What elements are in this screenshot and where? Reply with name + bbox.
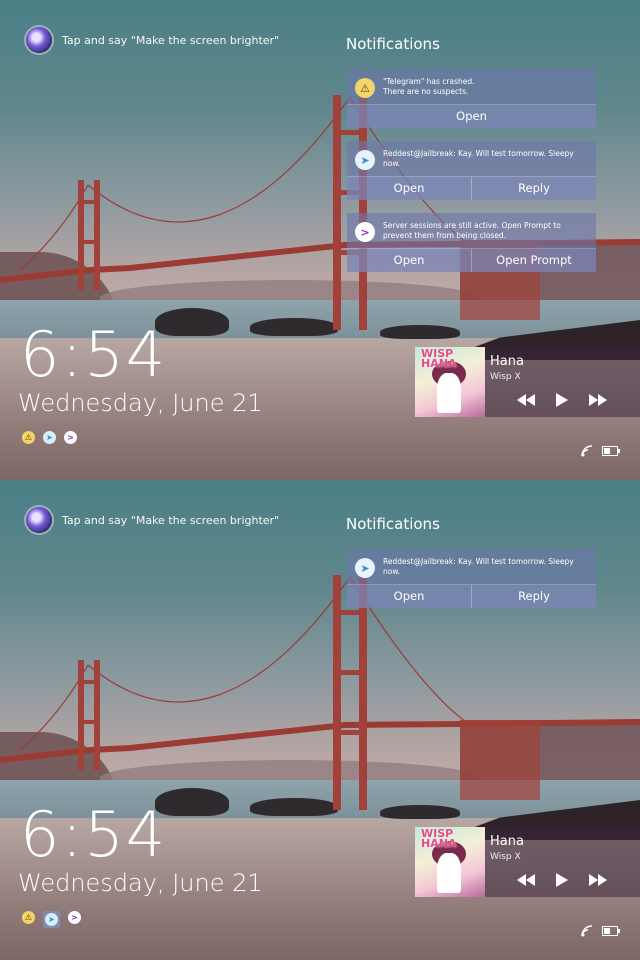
next-icon[interactable] bbox=[587, 872, 609, 888]
prompt-icon: > bbox=[355, 222, 375, 242]
clock-time: 6:54 bbox=[20, 318, 168, 391]
album-art: WISP HANA bbox=[415, 347, 485, 417]
notification-icons: ⚠ ➤ > bbox=[22, 431, 77, 444]
album-art-text: WISP HANA bbox=[421, 347, 457, 370]
system-status bbox=[580, 444, 620, 458]
prompt-icon[interactable]: > bbox=[68, 911, 81, 924]
previous-icon[interactable] bbox=[515, 872, 537, 888]
previous-icon[interactable] bbox=[515, 392, 537, 408]
open-prompt-button[interactable]: Open Prompt bbox=[471, 249, 596, 272]
notification-text: "Telegram" has crashed. There are no sus… bbox=[383, 77, 475, 96]
siri-icon[interactable] bbox=[26, 27, 52, 53]
telegram-icon: ➤ bbox=[355, 150, 375, 170]
media-player[interactable]: WISP HANA Hana Wisp X bbox=[415, 827, 640, 897]
siri-hint-text: Tap and say "Make the screen brighter" bbox=[62, 33, 280, 47]
play-icon[interactable] bbox=[551, 392, 573, 408]
clock-date: Wednesday, June 21 bbox=[18, 869, 263, 897]
album-art-text: WISP HANA bbox=[421, 827, 457, 850]
wifi-icon bbox=[581, 925, 593, 937]
media-player[interactable]: WISP HANA Hana Wisp X bbox=[415, 347, 640, 417]
telegram-icon[interactable]: ➤ bbox=[43, 431, 56, 444]
siri-icon[interactable] bbox=[26, 507, 52, 533]
siri-hint[interactable]: Tap and say "Make the screen brighter" bbox=[26, 507, 279, 533]
artist-name: Wisp X bbox=[490, 852, 521, 862]
warning-icon[interactable]: ⚠ bbox=[22, 911, 35, 924]
notifications-title: Notifications bbox=[346, 515, 440, 533]
clock-time: 6:54 bbox=[20, 798, 168, 871]
siri-hint-text: Tap and say "Make the screen brighter" bbox=[62, 513, 280, 527]
clock-date: Wednesday, June 21 bbox=[18, 389, 263, 417]
reply-button[interactable]: Reply bbox=[471, 585, 596, 608]
lock-screen-1: Tap and say "Make the screen brighter" N… bbox=[0, 0, 640, 480]
prompt-icon[interactable]: > bbox=[64, 431, 77, 444]
lock-screen-2: Tap and say "Make the screen brighter" N… bbox=[0, 480, 640, 960]
telegram-icon: ➤ bbox=[355, 558, 375, 578]
wifi-icon bbox=[581, 445, 593, 457]
warning-icon: ⚠ bbox=[355, 78, 375, 98]
notification-card[interactable]: ⚠ "Telegram" has crashed. There are no s… bbox=[347, 69, 596, 128]
notifications-title: Notifications bbox=[346, 35, 440, 53]
open-button[interactable]: Open bbox=[347, 177, 471, 200]
reply-button[interactable]: Reply bbox=[471, 177, 596, 200]
artist-name: Wisp X bbox=[490, 372, 521, 382]
open-button[interactable]: Open bbox=[347, 105, 596, 128]
telegram-icon[interactable]: ➤ bbox=[45, 913, 58, 926]
notification-text: Server sessions are still active. Open P… bbox=[383, 221, 561, 240]
notification-text: Reddest@Jailbreak: Kay. Will test tomorr… bbox=[383, 557, 574, 576]
battery-icon bbox=[602, 446, 620, 456]
notification-text: Reddest@Jailbreak: Kay. Will test tomorr… bbox=[383, 149, 574, 168]
play-icon[interactable] bbox=[551, 872, 573, 888]
notification-card[interactable]: > Server sessions are still active. Open… bbox=[347, 213, 596, 272]
next-icon[interactable] bbox=[587, 392, 609, 408]
selected-indicator: ➤ bbox=[43, 911, 60, 928]
battery-icon bbox=[602, 926, 620, 936]
notification-card[interactable]: ➤ Reddest@Jailbreak: Kay. Will test tomo… bbox=[347, 141, 596, 200]
album-art: WISP HANA bbox=[415, 827, 485, 897]
song-title: Hana bbox=[490, 834, 524, 849]
siri-hint[interactable]: Tap and say "Make the screen brighter" bbox=[26, 27, 279, 53]
open-button[interactable]: Open bbox=[347, 585, 471, 608]
song-title: Hana bbox=[490, 354, 524, 369]
open-button[interactable]: Open bbox=[347, 249, 471, 272]
system-status bbox=[580, 924, 620, 938]
notification-card[interactable]: ➤ Reddest@Jailbreak: Kay. Will test tomo… bbox=[347, 549, 596, 608]
notification-icons: ⚠ ➤ > bbox=[22, 911, 81, 928]
warning-icon[interactable]: ⚠ bbox=[22, 431, 35, 444]
